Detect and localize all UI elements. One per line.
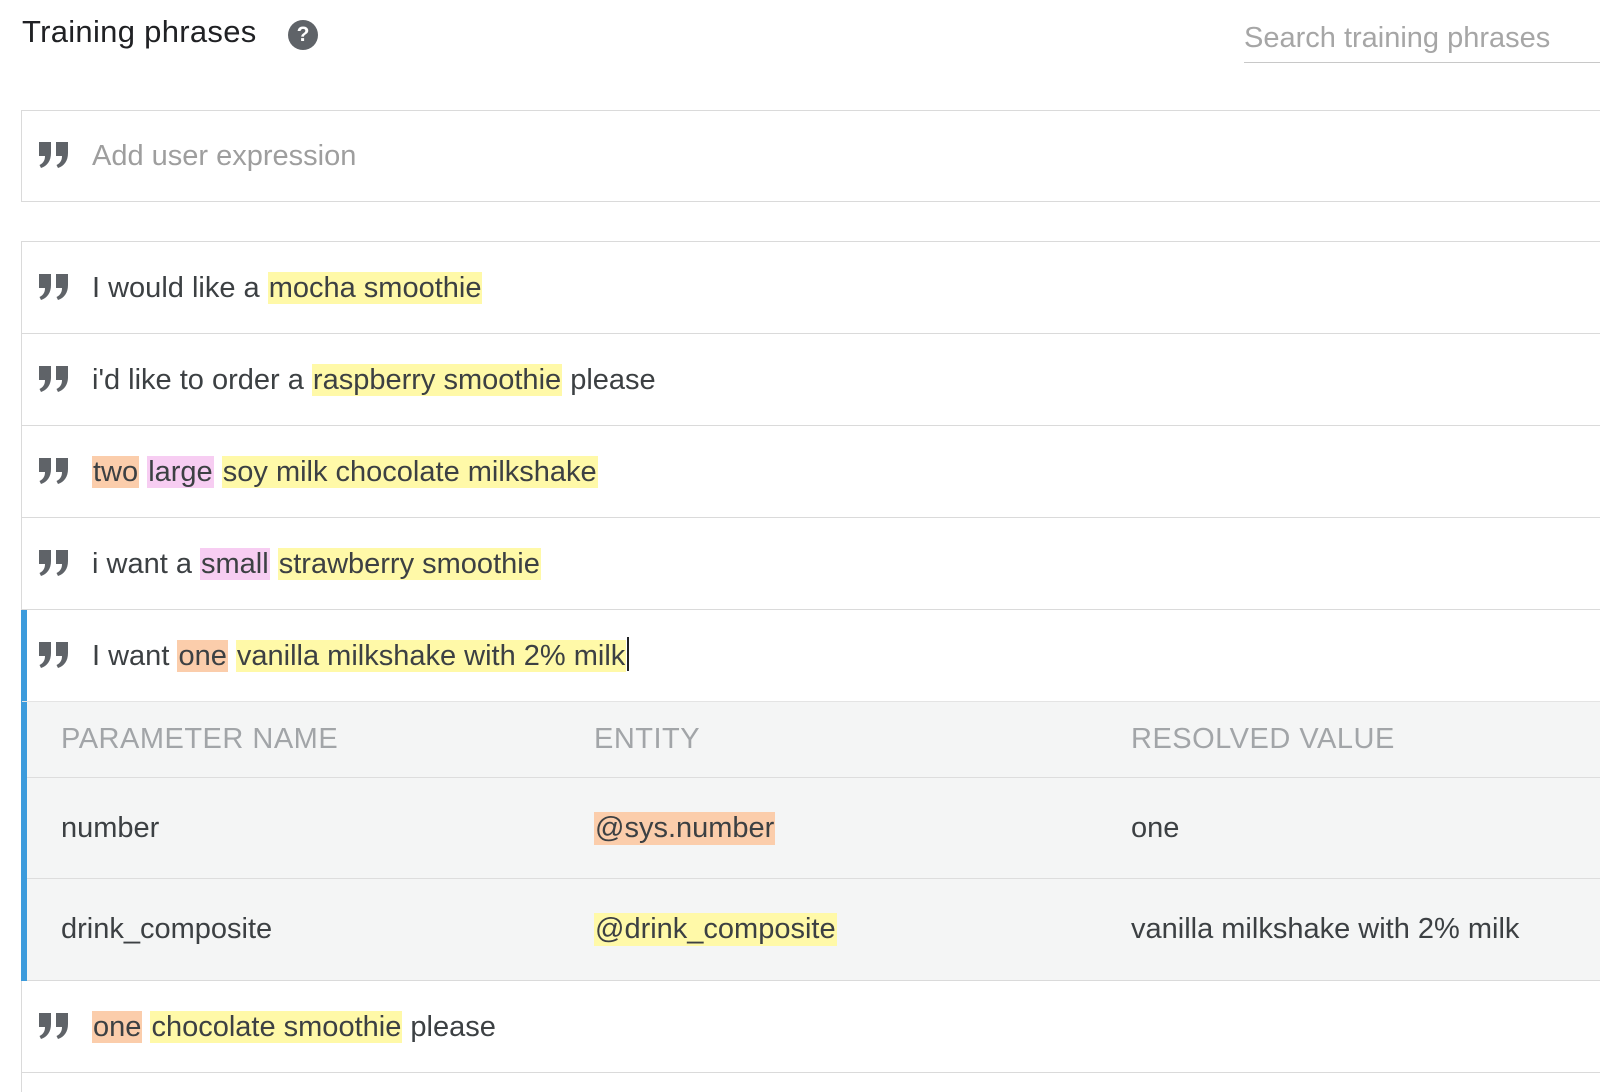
resolved-value[interactable]: vanilla milkshake with 2% milk bbox=[1131, 879, 1519, 984]
quote-icon bbox=[39, 458, 68, 484]
parameter-row[interactable]: number @sys.number one bbox=[27, 778, 1600, 879]
column-header: ENTITY bbox=[594, 723, 701, 755]
phrase-segment bbox=[214, 456, 222, 488]
entity-annotation[interactable]: small bbox=[200, 548, 270, 580]
quote-icon bbox=[39, 142, 68, 168]
phrase-segment: please bbox=[562, 364, 656, 396]
help-circle-icon[interactable]: ? bbox=[288, 20, 318, 50]
resolved-value[interactable]: one bbox=[1131, 778, 1179, 882]
phrase-text[interactable]: I would like a mocha smoothie bbox=[92, 268, 483, 308]
entity-annotation[interactable]: one bbox=[177, 640, 228, 672]
quote-icon bbox=[39, 642, 68, 668]
text-cursor bbox=[627, 637, 630, 671]
entity-annotation[interactable]: one bbox=[92, 1011, 143, 1043]
search-input[interactable] bbox=[1244, 14, 1600, 63]
entity-annotation[interactable]: mocha smoothie bbox=[267, 272, 483, 304]
entity-tag[interactable]: @sys.number bbox=[594, 811, 776, 845]
training-phrase-row[interactable]: I would like a mocha smoothie bbox=[22, 242, 1600, 334]
header: Training phrases ? bbox=[0, 0, 1600, 80]
phrase-text[interactable]: two large soy milk chocolate milkshake bbox=[92, 452, 598, 492]
phrase-segment: I would like a bbox=[92, 272, 268, 304]
phrase-segment bbox=[228, 640, 236, 672]
entity-cell: @sys.number bbox=[594, 778, 776, 878]
entity-annotation[interactable]: two bbox=[92, 456, 140, 488]
parameter-name[interactable]: drink_composite bbox=[61, 879, 272, 980]
add-user-expression-input[interactable] bbox=[92, 135, 1572, 177]
quote-icon bbox=[39, 550, 68, 576]
phrase-segment: please bbox=[402, 1011, 496, 1043]
training-phrases-panel: Training phrases ? I would like a mocha … bbox=[0, 0, 1600, 1092]
column-header: RESOLVED VALUE bbox=[1131, 723, 1395, 755]
entity-tag[interactable]: @drink_composite bbox=[594, 913, 837, 946]
phrase-text[interactable]: one chocolate smoothie please bbox=[92, 1007, 496, 1047]
training-phrase-row[interactable]: i want a small strawberry smoothie bbox=[22, 518, 1600, 610]
quote-icon bbox=[39, 366, 68, 392]
entity-cell: @drink_composite bbox=[594, 879, 837, 980]
phrase-text[interactable]: i want a small strawberry smoothie bbox=[92, 544, 541, 584]
entity-annotation[interactable]: soy milk chocolate milkshake bbox=[221, 456, 598, 488]
training-phrase-row[interactable]: two large soy milk chocolate milkshake bbox=[22, 426, 1600, 518]
parameter-row[interactable]: drink_composite @drink_composite vanilla m… bbox=[27, 879, 1600, 980]
column-header: PARAMETER NAME bbox=[61, 723, 339, 755]
quote-icon bbox=[39, 1013, 68, 1039]
page-title: Training phrases bbox=[22, 14, 257, 49]
phrase-segment: I want bbox=[92, 640, 178, 672]
phrase-segment: i'd like to order a bbox=[92, 364, 312, 396]
phrase-text[interactable]: i'd like to order a raspberry smoothie p… bbox=[92, 360, 656, 400]
entity-annotation[interactable]: large bbox=[147, 456, 214, 488]
parameter-name[interactable]: number bbox=[61, 778, 159, 878]
training-phrase-row[interactable]: one chocolate smoothie please bbox=[22, 981, 1600, 1073]
quote-icon bbox=[39, 274, 68, 300]
parameter-table-header: PARAMETER NAME ENTITY RESOLVED VALUE bbox=[27, 702, 1600, 778]
training-phrase-row[interactable]: I want one vanilla milkshake with 2% mil… bbox=[22, 610, 1600, 702]
phrase-segment: i want a bbox=[92, 548, 200, 580]
parameter-table: PARAMETER NAME ENTITY RESOLVED VALUE number… bbox=[27, 702, 1600, 980]
entity-annotation[interactable]: vanilla milkshake with 2% milk bbox=[235, 640, 627, 672]
entity-annotation[interactable]: raspberry smoothie bbox=[311, 364, 563, 396]
entity-annotation[interactable]: strawberry smoothie bbox=[277, 548, 541, 580]
phrase-segment bbox=[270, 548, 278, 580]
active-phrase-section: I want one vanilla milkshake with 2% mil… bbox=[21, 610, 1600, 981]
add-expression-box[interactable] bbox=[21, 110, 1600, 202]
phrase-segment bbox=[139, 456, 147, 488]
entity-annotation[interactable]: chocolate smoothie bbox=[150, 1011, 403, 1043]
phrase-text[interactable]: I want one vanilla milkshake with 2% mil… bbox=[92, 636, 630, 676]
training-phrase-list: I would like a mocha smoothie i'd like to… bbox=[21, 241, 1600, 1092]
training-phrase-row[interactable]: i'd like to order a raspberry smoothie p… bbox=[22, 334, 1600, 426]
